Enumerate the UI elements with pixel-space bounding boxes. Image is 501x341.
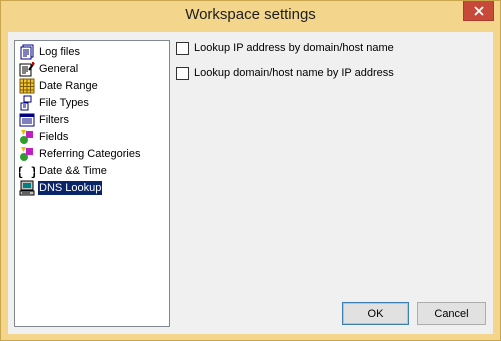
svg-text:{ }: { } bbox=[19, 165, 35, 179]
braces-icon: { } bbox=[19, 163, 35, 179]
tree-item-label: Date && Time bbox=[39, 165, 107, 177]
lookup-ip-option[interactable]: Lookup IP address by domain/host name bbox=[176, 40, 394, 56]
referring-categories-icon bbox=[19, 146, 35, 162]
general-icon bbox=[19, 61, 35, 77]
filters-icon bbox=[19, 112, 35, 128]
tree-item-label: Fields bbox=[39, 131, 69, 143]
tree-item-label: DNS Lookup bbox=[36, 180, 104, 196]
cancel-button[interactable]: Cancel bbox=[417, 302, 486, 325]
tree-item-log-files[interactable]: Log files bbox=[19, 44, 81, 60]
tree-item-general[interactable]: General bbox=[19, 61, 79, 77]
tree-item-label: General bbox=[39, 63, 79, 75]
close-icon bbox=[473, 5, 484, 16]
tree-item-label: Referring Categories bbox=[39, 148, 141, 160]
lookup-domain-option[interactable]: Lookup domain/host name by IP address bbox=[176, 65, 394, 81]
tree-item-file-types[interactable]: File Types bbox=[19, 95, 90, 111]
tree-item-fields[interactable]: Fields bbox=[19, 129, 69, 145]
title-bar[interactable]: Workspace settings bbox=[1, 1, 500, 32]
tree-item-date-time[interactable]: { } Date && Time bbox=[19, 163, 108, 179]
tree-item-label: File Types bbox=[39, 97, 89, 109]
lookup-ip-checkbox[interactable] bbox=[176, 41, 189, 55]
tree-item-referring-categories[interactable]: Referring Categories bbox=[19, 146, 142, 162]
workspace-settings-window: Workspace settings Log files General Dat… bbox=[0, 0, 501, 341]
lookup-domain-label: Lookup domain/host name by IP address bbox=[194, 67, 394, 79]
lookup-domain-checkbox[interactable] bbox=[176, 66, 189, 80]
settings-tree[interactable]: Log files General Date Range File Types … bbox=[14, 40, 170, 327]
window-title: Workspace settings bbox=[185, 6, 316, 23]
tree-item-label: Filters bbox=[39, 114, 69, 126]
tree-item-date-range[interactable]: Date Range bbox=[19, 78, 99, 94]
fields-icon bbox=[19, 129, 35, 145]
computer-icon bbox=[19, 180, 35, 196]
tree-item-label: Date Range bbox=[39, 80, 98, 92]
file-types-icon bbox=[19, 95, 35, 111]
close-button[interactable] bbox=[463, 1, 494, 21]
tree-item-label: Log files bbox=[39, 46, 80, 58]
log-files-icon bbox=[19, 44, 35, 60]
lookup-ip-label: Lookup IP address by domain/host name bbox=[194, 42, 394, 54]
calendar-icon bbox=[19, 78, 35, 94]
ok-button[interactable]: OK bbox=[342, 302, 409, 325]
tree-item-dns-lookup[interactable]: DNS Lookup bbox=[19, 180, 104, 196]
dialog-body: Log files General Date Range File Types … bbox=[8, 32, 493, 334]
tree-item-filters[interactable]: Filters bbox=[19, 112, 70, 128]
